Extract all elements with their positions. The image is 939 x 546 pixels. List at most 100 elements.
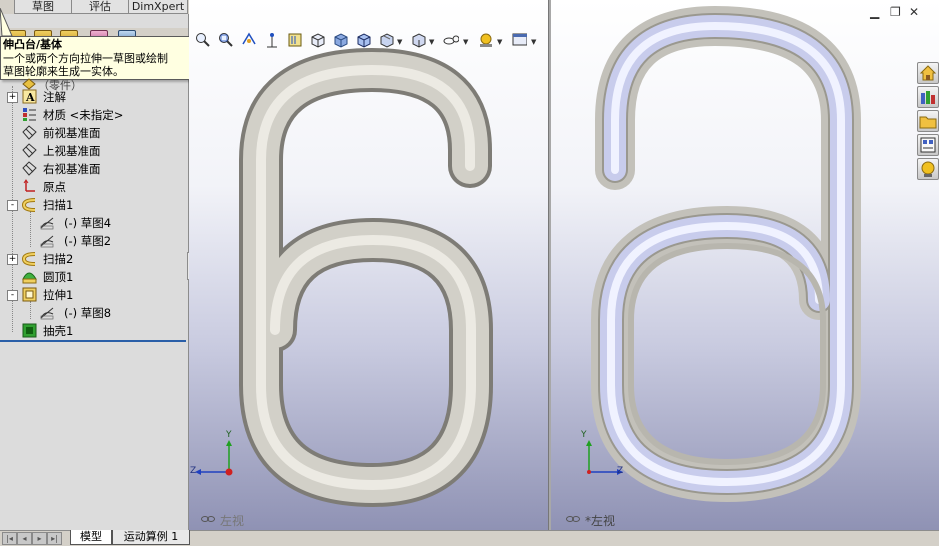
origin-icon	[23, 179, 35, 192]
tree-item-label: 扫描1	[43, 198, 74, 212]
tree-item-sweep2[interactable]: + 扫描2	[0, 250, 188, 268]
scene-icon[interactable]	[477, 32, 493, 48]
hide-show-dropdown-icon[interactable]: ▼	[429, 38, 434, 46]
viewport-left[interactable]: ▼ ▼ ▼ ▼ ▼ Y Z 左视	[189, 0, 548, 530]
link-views-icon[interactable]	[201, 515, 215, 523]
last-tab-icon[interactable]: ▸|	[47, 532, 62, 545]
tree-item-sketch2[interactable]: (-) 草图2	[0, 232, 188, 250]
first-tab-icon[interactable]: |◂	[2, 532, 17, 545]
tab-dimxpert[interactable]: DimXpert	[128, 0, 188, 14]
section-view-icon[interactable]	[264, 32, 280, 48]
hide-show-icon[interactable]	[411, 32, 427, 48]
close-icon[interactable]: ✕	[909, 6, 919, 18]
tree-item-label: 圆顶1	[43, 270, 74, 284]
restore-icon[interactable]: ❐	[890, 6, 901, 18]
home-icon	[919, 65, 937, 81]
tree-item-origin[interactable]: 原点	[0, 178, 188, 196]
extrude-tooltip: 伸凸台/基体 一个或两个方向拉伸一草图或绘制 草图轮廓来生成一实体。	[0, 36, 198, 80]
view-orientation-icon[interactable]	[310, 32, 326, 48]
tree-item-sketch4[interactable]: (-) 草图4	[0, 214, 188, 232]
sweep-icon	[22, 198, 36, 212]
tab-motion-study[interactable]: 运动算例 1	[112, 530, 190, 545]
axis-y-label: Y	[581, 430, 587, 440]
minimize-icon[interactable]: ▁	[870, 6, 879, 18]
tree-item-label: 注解	[43, 90, 66, 104]
tab-sketch[interactable]: 草图	[14, 0, 72, 14]
tree-item-label: 材质 <未指定>	[43, 108, 124, 122]
tree-item-label: 前视基准面	[43, 126, 101, 140]
dome-icon	[22, 272, 37, 284]
task-pane-home-button[interactable]	[917, 62, 939, 84]
zoom-area-icon[interactable]	[218, 32, 234, 48]
tree-item-label: 原点	[43, 180, 66, 194]
appearances-icon	[921, 161, 935, 177]
tree-item-shell1[interactable]: 抽壳1	[0, 322, 188, 340]
tab-model[interactable]: 模型	[70, 530, 112, 545]
tree-item-label: 抽壳1	[43, 324, 74, 338]
tree-item-label: (-) 草图2	[64, 234, 112, 248]
collapse-toggle[interactable]: -	[7, 290, 18, 301]
folder-icon	[919, 116, 937, 129]
rollback-bar[interactable]	[0, 340, 186, 342]
command-manager-tabs: 草图 评估 DimXpert	[0, 0, 188, 14]
axis-z-label: Z	[617, 466, 624, 476]
tree-item-annotations[interactable]: + A 注解	[0, 88, 188, 106]
task-pane-view-palette-button[interactable]	[917, 134, 939, 156]
shaded-edges-icon[interactable]	[356, 32, 372, 48]
tree-item-material[interactable]: 材质 <未指定>	[0, 106, 188, 124]
tree-item-label: 右视基准面	[43, 162, 101, 176]
appearance-dropdown-icon[interactable]: ▼	[463, 38, 468, 46]
tree-item-sweep1[interactable]: - 扫描1	[0, 196, 188, 214]
plane-icon	[22, 161, 37, 176]
collapse-toggle[interactable]: -	[7, 200, 18, 211]
material-icon	[23, 108, 36, 121]
annotation-icon: A	[22, 89, 37, 104]
prev-tab-icon[interactable]: ◂	[17, 532, 32, 545]
axis-z-label: Z	[190, 466, 197, 476]
expand-toggle[interactable]: +	[7, 92, 18, 103]
plane-icon	[22, 143, 37, 158]
svg-text:A: A	[25, 91, 35, 104]
tree-item-right-plane[interactable]: 右视基准面	[0, 160, 188, 178]
shaded-icon[interactable]	[333, 32, 349, 48]
tree-item-label: 上视基准面	[43, 144, 101, 158]
task-pane-library-button[interactable]	[917, 86, 939, 108]
dynamic-annotation-icon[interactable]	[287, 32, 303, 48]
tree-item-front-plane[interactable]: 前视基准面	[0, 124, 188, 142]
tree-item-top-plane[interactable]: 上视基准面	[0, 142, 188, 160]
extrude-icon	[22, 287, 37, 302]
axis-y-label: Y	[226, 430, 232, 440]
part-model-gray	[239, 47, 493, 508]
task-pane-explorer-button[interactable]	[917, 110, 939, 132]
tree-item-label: 拉伸1	[43, 288, 74, 302]
tree-item-label: (-) 草图4	[64, 216, 112, 230]
viewport-left-label: 左视	[220, 514, 245, 528]
tooltip-pointer	[0, 7, 14, 37]
tab-evaluate[interactable]: 评估	[71, 0, 129, 14]
feature-tree: + A 注解 材质 <未指定> 前视基准面 上视基准面 右视基准面 原点 - 扫…	[0, 86, 188, 346]
shell-icon	[22, 323, 37, 338]
viewport-right[interactable]: ▁ ❐ ✕ Y Z *左视	[551, 0, 939, 530]
tooltip-title: 伸凸台/基体	[3, 38, 63, 51]
tree-item-dome1[interactable]: 圆顶1	[0, 268, 188, 286]
expand-toggle[interactable]: +	[7, 254, 18, 265]
zoom-to-fit-icon[interactable]	[195, 32, 211, 48]
previous-view-icon[interactable]	[241, 32, 257, 48]
sweep-icon	[22, 252, 36, 266]
tree-item-extrude1[interactable]: - 拉伸1	[0, 286, 188, 304]
tree-item-sketch8[interactable]: (-) 草图8	[0, 304, 188, 322]
task-pane-appearances-button[interactable]	[917, 158, 939, 180]
plane-icon	[22, 125, 37, 140]
library-icon	[921, 91, 935, 104]
view-settings-icon[interactable]	[511, 32, 527, 48]
appearance-icon[interactable]	[443, 32, 459, 48]
sketch-icon	[40, 235, 54, 248]
display-style-icon[interactable]	[379, 32, 395, 48]
display-style-dropdown-icon[interactable]: ▼	[397, 38, 402, 46]
scene-dropdown-icon[interactable]: ▼	[497, 38, 502, 46]
sketch-icon	[40, 217, 54, 230]
view-settings-dropdown-icon[interactable]: ▼	[531, 38, 536, 46]
link-views-icon[interactable]	[566, 515, 580, 523]
sketch-icon	[40, 307, 54, 320]
next-tab-icon[interactable]: ▸	[32, 532, 47, 545]
